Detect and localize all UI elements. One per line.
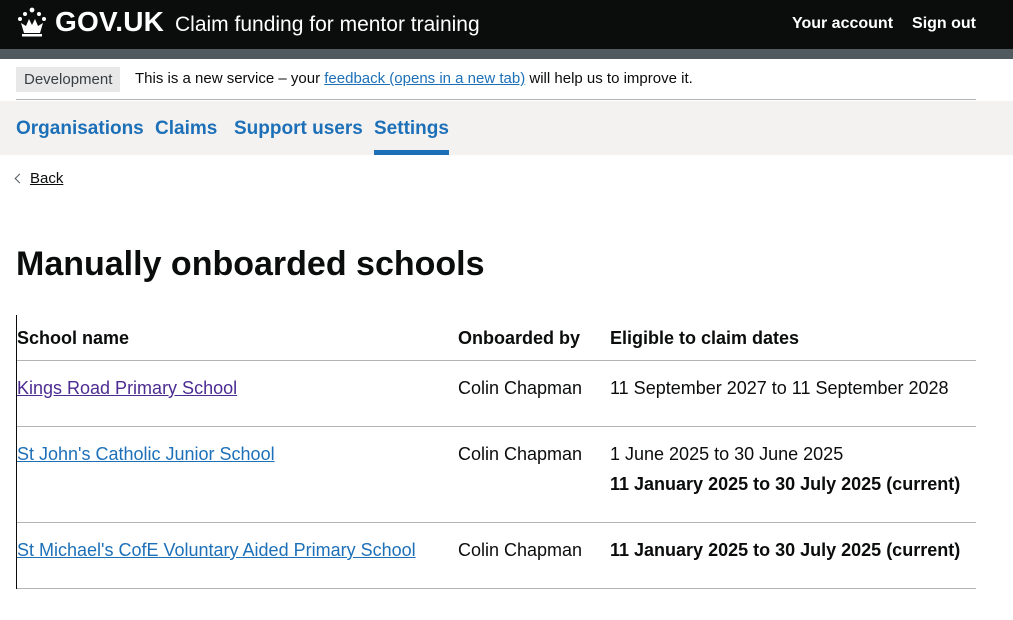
feedback-link[interactable]: feedback (opens in a new tab) <box>324 70 525 87</box>
govuk-logo[interactable]: GOV.UK <box>55 6 164 38</box>
schools-table: School name Onboarded by Eligible to cla… <box>16 315 976 589</box>
eligible-dates-cell: 1 June 2025 to 30 June 2025 11 January 2… <box>610 439 960 499</box>
table-row: St Michael's CofE Voluntary Aided Primar… <box>17 523 976 589</box>
onboarded-by-cell: Colin Chapman <box>458 444 583 464</box>
phase-banner: Development This is a new service – your… <box>16 67 976 100</box>
back-link[interactable]: Back <box>14 170 63 187</box>
site-header: GOV.UK Claim funding for mentor training… <box>0 0 1013 49</box>
school-link[interactable]: Kings Road Primary School <box>17 378 237 398</box>
header-nav: Your account Sign out <box>792 15 976 33</box>
eligible-dates-cell: 11 September 2027 to 11 September 2028 <box>610 378 949 398</box>
crown-icon <box>18 7 46 37</box>
nav-organisations[interactable]: Organisations <box>16 101 144 155</box>
header-stripe <box>0 49 1013 59</box>
current-dates: 11 January 2025 to 30 July 2025 (current… <box>610 540 961 560</box>
secondary-navigation: Organisations Claims Support users Setti… <box>0 101 1013 155</box>
service-name[interactable]: Claim funding for mentor training <box>175 13 480 37</box>
your-account-link[interactable]: Your account <box>792 15 893 33</box>
table-header-row: School name Onboarded by Eligible to cla… <box>17 315 976 361</box>
phase-banner-text: This is a new service – your feedback (o… <box>135 70 693 87</box>
table-row: St John's Catholic Junior School Colin C… <box>17 427 976 523</box>
column-header-eligible-dates: Eligible to claim dates <box>610 328 800 348</box>
column-header-school-name: School name <box>17 328 130 348</box>
nav-support-users[interactable]: Support users <box>234 101 363 155</box>
table-row: Kings Road Primary School Colin Chapman … <box>17 361 976 427</box>
phase-tag: Development <box>16 67 121 92</box>
chevron-left-icon <box>14 173 25 184</box>
current-dates: 11 January 2025 to 30 July 2025 (current… <box>610 474 961 494</box>
nav-settings[interactable]: Settings <box>374 101 449 155</box>
sign-out-link[interactable]: Sign out <box>912 15 976 33</box>
school-link[interactable]: St John's Catholic Junior School <box>17 444 275 464</box>
school-link[interactable]: St Michael's CofE Voluntary Aided Primar… <box>17 540 416 560</box>
onboarded-by-cell: Colin Chapman <box>458 540 583 560</box>
onboarded-by-cell: Colin Chapman <box>458 378 583 398</box>
column-header-onboarded-by: Onboarded by <box>458 328 581 348</box>
nav-claims[interactable]: Claims <box>155 101 217 155</box>
page-title: Manually onboarded schools <box>16 245 485 283</box>
